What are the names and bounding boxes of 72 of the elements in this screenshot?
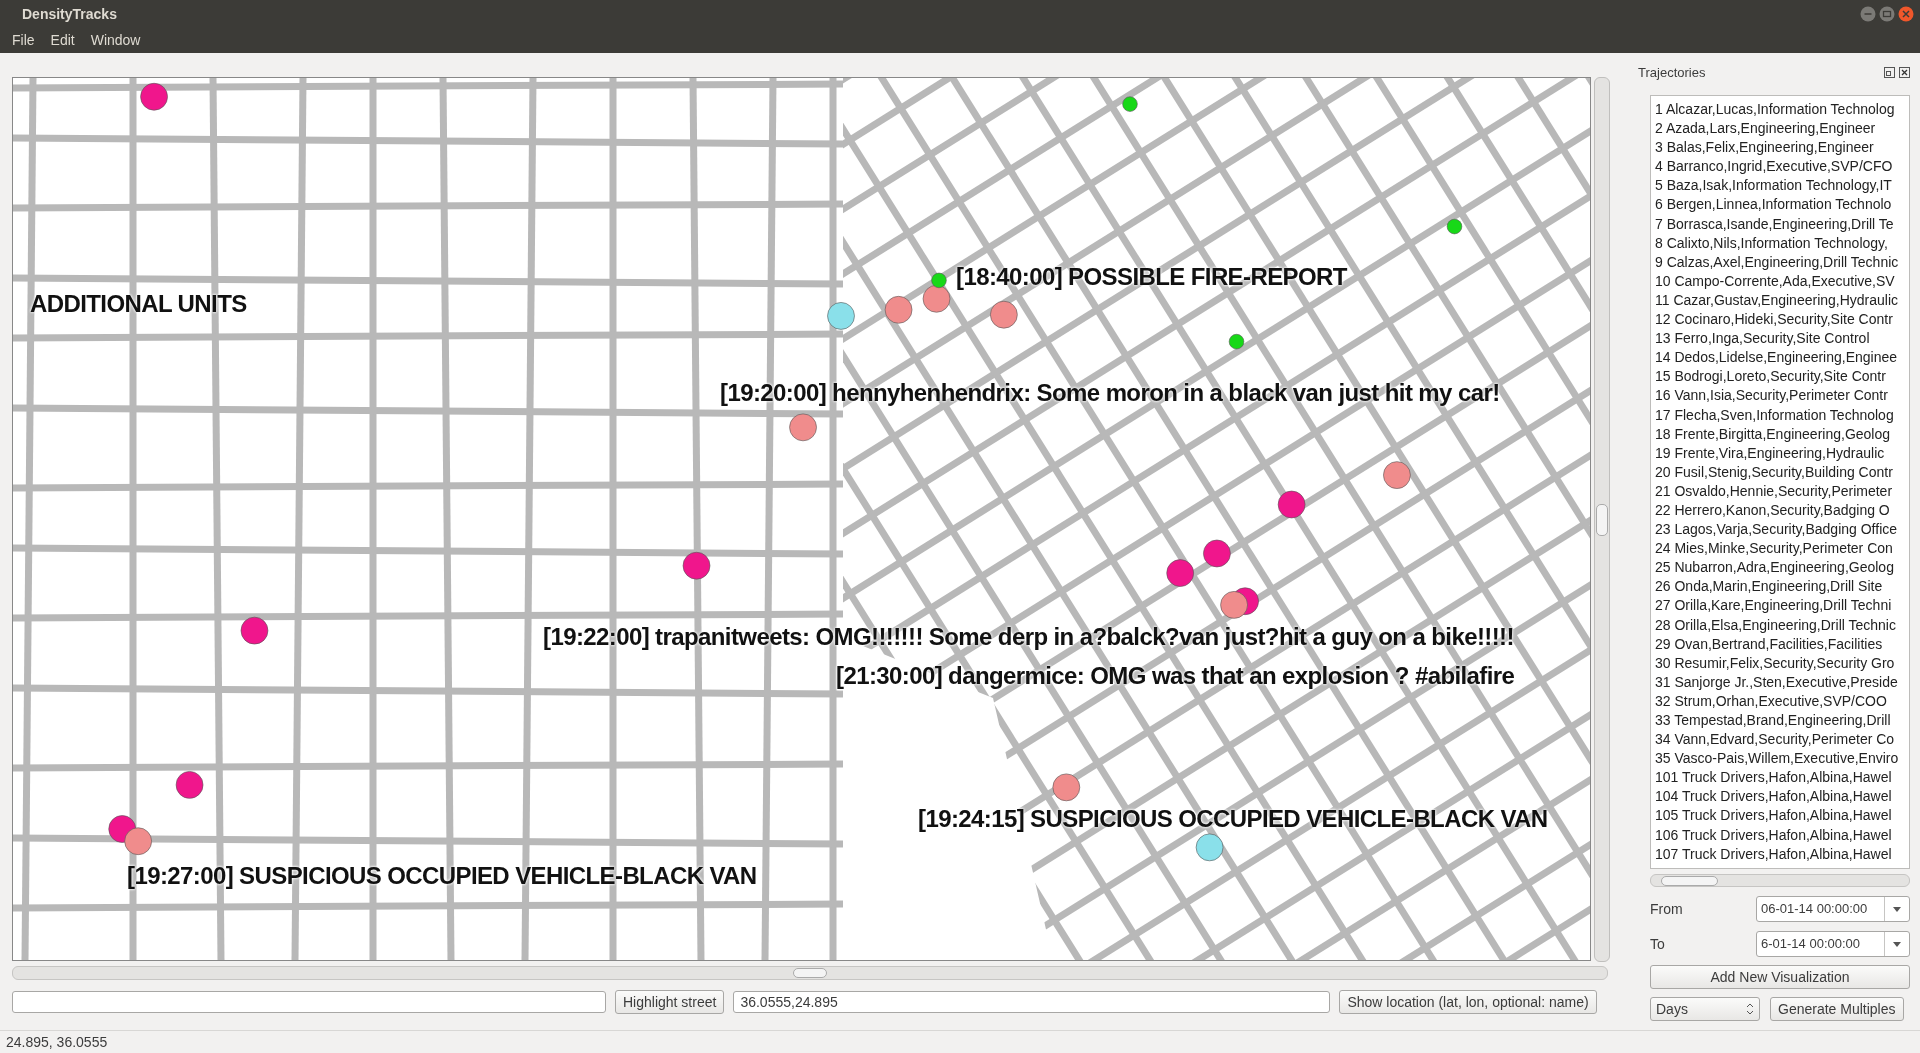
- trajectory-item[interactable]: 9 Calzas,Axel,Engineering,Drill Technic: [1655, 252, 1909, 272]
- menu-item[interactable]: Window: [82, 32, 149, 48]
- status-text: 24.895, 36.0555: [6, 1034, 108, 1050]
- trajectory-item[interactable]: 5 Baza,Isak,Information Technology,IT: [1655, 176, 1909, 196]
- trajectory-item[interactable]: 28 Orilla,Elsa,Engineering,Drill Technic: [1655, 615, 1909, 635]
- float-icon[interactable]: [1884, 66, 1895, 78]
- show-location-button[interactable]: Show location (lat, lon, optional: name): [1339, 990, 1597, 1014]
- trajectory-item[interactable]: 35 Vasco-Pais,Willem,Executive,Enviro: [1655, 749, 1909, 769]
- trajectory-item[interactable]: 8 Calixto,Nils,Information Technology,: [1655, 233, 1909, 253]
- trajectory-item[interactable]: 17 Flecha,Sven,Information Technolog: [1655, 405, 1909, 425]
- horizontal-scrollbar[interactable]: [12, 966, 1608, 980]
- window-title: DensityTracks: [22, 5, 117, 22]
- trajectory-item[interactable]: 24 Mies,Minke,Security,Perimeter Con: [1655, 539, 1909, 559]
- trajectory-item[interactable]: 18 Frente,Birgitta,Engineering,Geolog: [1655, 424, 1909, 444]
- trajectory-item[interactable]: 6 Bergen,Linnea,Information Technolo: [1655, 195, 1909, 215]
- trajectory-item[interactable]: 12 Cocinaro,Hideki,Security,Site Contr: [1655, 310, 1909, 330]
- trajectory-item[interactable]: 22 Herrero,Kanon,Security,Badging O: [1655, 500, 1909, 521]
- map-label: [19:20:00] hennyhenhendrix: Some moron in a black van just hit my car!: [720, 378, 1500, 408]
- trajectory-item[interactable]: 34 Vann,Edvard,Security,Perimeter Co: [1655, 730, 1909, 750]
- trajectory-item[interactable]: 23 Lagos,Varja,Security,Badging Office: [1655, 520, 1909, 540]
- close-icon[interactable]: [1899, 66, 1910, 78]
- minimize-icon[interactable]: [1860, 5, 1876, 22]
- trajectory-item[interactable]: 27 Orilla,Kare,Engineering,Drill Techni: [1655, 596, 1909, 616]
- maximize-icon[interactable]: [1879, 5, 1895, 22]
- trajectory-item[interactable]: 7 Borrasca,Isande,Engineering,Drill Te: [1655, 214, 1909, 234]
- from-date-field[interactable]: 06-01-14 00:00:00: [1756, 896, 1910, 922]
- generate-multiples-button[interactable]: Generate Multiples: [1770, 997, 1904, 1021]
- menu-item[interactable]: File: [4, 32, 43, 48]
- map-label: [19:22:00] trapanitweets: OMG!!!!!!! Some derp in a?balck?van just?hit a guy on a bike!!!!!: [543, 622, 1514, 652]
- trajectory-item[interactable]: 105 Truck Drivers,Hafon,Albina,Hawel: [1655, 806, 1909, 826]
- trajectory-item[interactable]: 10 Campo-Corrente,Ada,Executive,SV: [1655, 271, 1909, 291]
- trajectory-item[interactable]: 25 Nubarron,Adra,Engineering,Geolog: [1655, 558, 1909, 578]
- trajectory-item[interactable]: 1 Alcazar,Lucas,Information Technolog: [1655, 100, 1909, 120]
- trajectory-item[interactable]: 21 Osvaldo,Hennie,Security,Perimeter: [1655, 481, 1909, 501]
- trajectory-item[interactable]: 31 Sanjorge Jr.,Sten,Executive,Preside: [1655, 672, 1909, 692]
- trajectory-item[interactable]: 15 Bodrogi,Loreto,Security,Site Contr: [1655, 367, 1909, 387]
- trajectory-item[interactable]: 106 Truck Drivers,Hafon,Albina,Hawel: [1655, 825, 1909, 845]
- from-label: From: [1650, 901, 1683, 917]
- trajectory-item[interactable]: 3 Balas,Felix,Engineering,Engineer: [1655, 138, 1909, 158]
- map-label: ADDITIONAL UNITS: [30, 289, 247, 319]
- trajectory-item[interactable]: 20 Fusil,Stenig,Security,Building Contr: [1655, 462, 1909, 482]
- trajectory-item[interactable]: 13 Ferro,Inga,Security,Site Control: [1655, 329, 1909, 349]
- dock-title: Trajectories: [1638, 64, 1706, 80]
- trajectory-item[interactable]: 4 Barranco,Ingrid,Executive,SVP/CFO: [1655, 157, 1909, 177]
- spin-arrows-icon: [1746, 1002, 1754, 1016]
- unit-select[interactable]: Days: [1650, 997, 1760, 1021]
- trajectory-item[interactable]: 32 Strum,Orhan,Executive,SVP/COO: [1655, 691, 1909, 711]
- trajectory-item[interactable]: 26 Onda,Marin,Engineering,Drill Site: [1655, 577, 1909, 597]
- trajectory-item[interactable]: 29 Ovan,Bertrand,Facilities,Facilities: [1655, 634, 1909, 654]
- map-label: [18:40:00] POSSIBLE FIRE-REPORT: [956, 262, 1347, 292]
- menu-item[interactable]: Edit: [42, 32, 83, 48]
- map-label: [19:24:15] SUSPICIOUS OCCUPIED VEHICLE-BLACK VAN: [918, 804, 1548, 834]
- trajectory-item[interactable]: 11 Cazar,Gustav,Engineering,Hydraulic: [1655, 290, 1909, 311]
- vertical-scrollbar[interactable]: [1594, 77, 1610, 962]
- trajectory-item[interactable]: 104 Truck Drivers,Hafon,Albina,Hawel: [1655, 787, 1909, 807]
- to-label: To: [1650, 936, 1665, 952]
- street-field[interactable]: [12, 991, 606, 1013]
- location-field[interactable]: 36.0555,24.895: [733, 991, 1331, 1013]
- add-visualization-button[interactable]: Add New Visualization: [1650, 965, 1910, 989]
- map-label: [19:27:00] SUSPICIOUS OCCUPIED VEHICLE-BLACK VAN: [127, 861, 757, 891]
- trajectory-item[interactable]: 14 Dedos,Lidelse,Engineering,Enginee: [1655, 348, 1909, 368]
- list-scrollbar[interactable]: [1650, 874, 1910, 887]
- map-label: [21:30:00] dangermice: OMG was that an explosion ? #abilafire: [836, 661, 1515, 691]
- trajectory-item[interactable]: 30 Resumir,Felix,Security,Security Gro: [1655, 653, 1909, 673]
- trajectory-item[interactable]: 33 Tempestad,Brand,Engineering,Drill: [1655, 711, 1909, 731]
- trajectory-item[interactable]: 107 Truck Drivers,Hafon,Albina,Hawel: [1655, 844, 1909, 864]
- trajectory-item[interactable]: 101 Truck Drivers,Hafon,Albina,Hawel: [1655, 768, 1909, 788]
- highlight-street-button[interactable]: Highlight street: [615, 990, 725, 1014]
- trajectory-item[interactable]: 19 Frente,Vira,Engineering,Hydraulic: [1655, 443, 1909, 463]
- to-date-field[interactable]: 6-01-14 00:00:00: [1756, 931, 1910, 957]
- trajectory-item[interactable]: 2 Azada,Lars,Engineering,Engineer: [1655, 119, 1909, 139]
- trajectory-item[interactable]: 16 Vann,Isia,Security,Perimeter Contr: [1655, 386, 1909, 406]
